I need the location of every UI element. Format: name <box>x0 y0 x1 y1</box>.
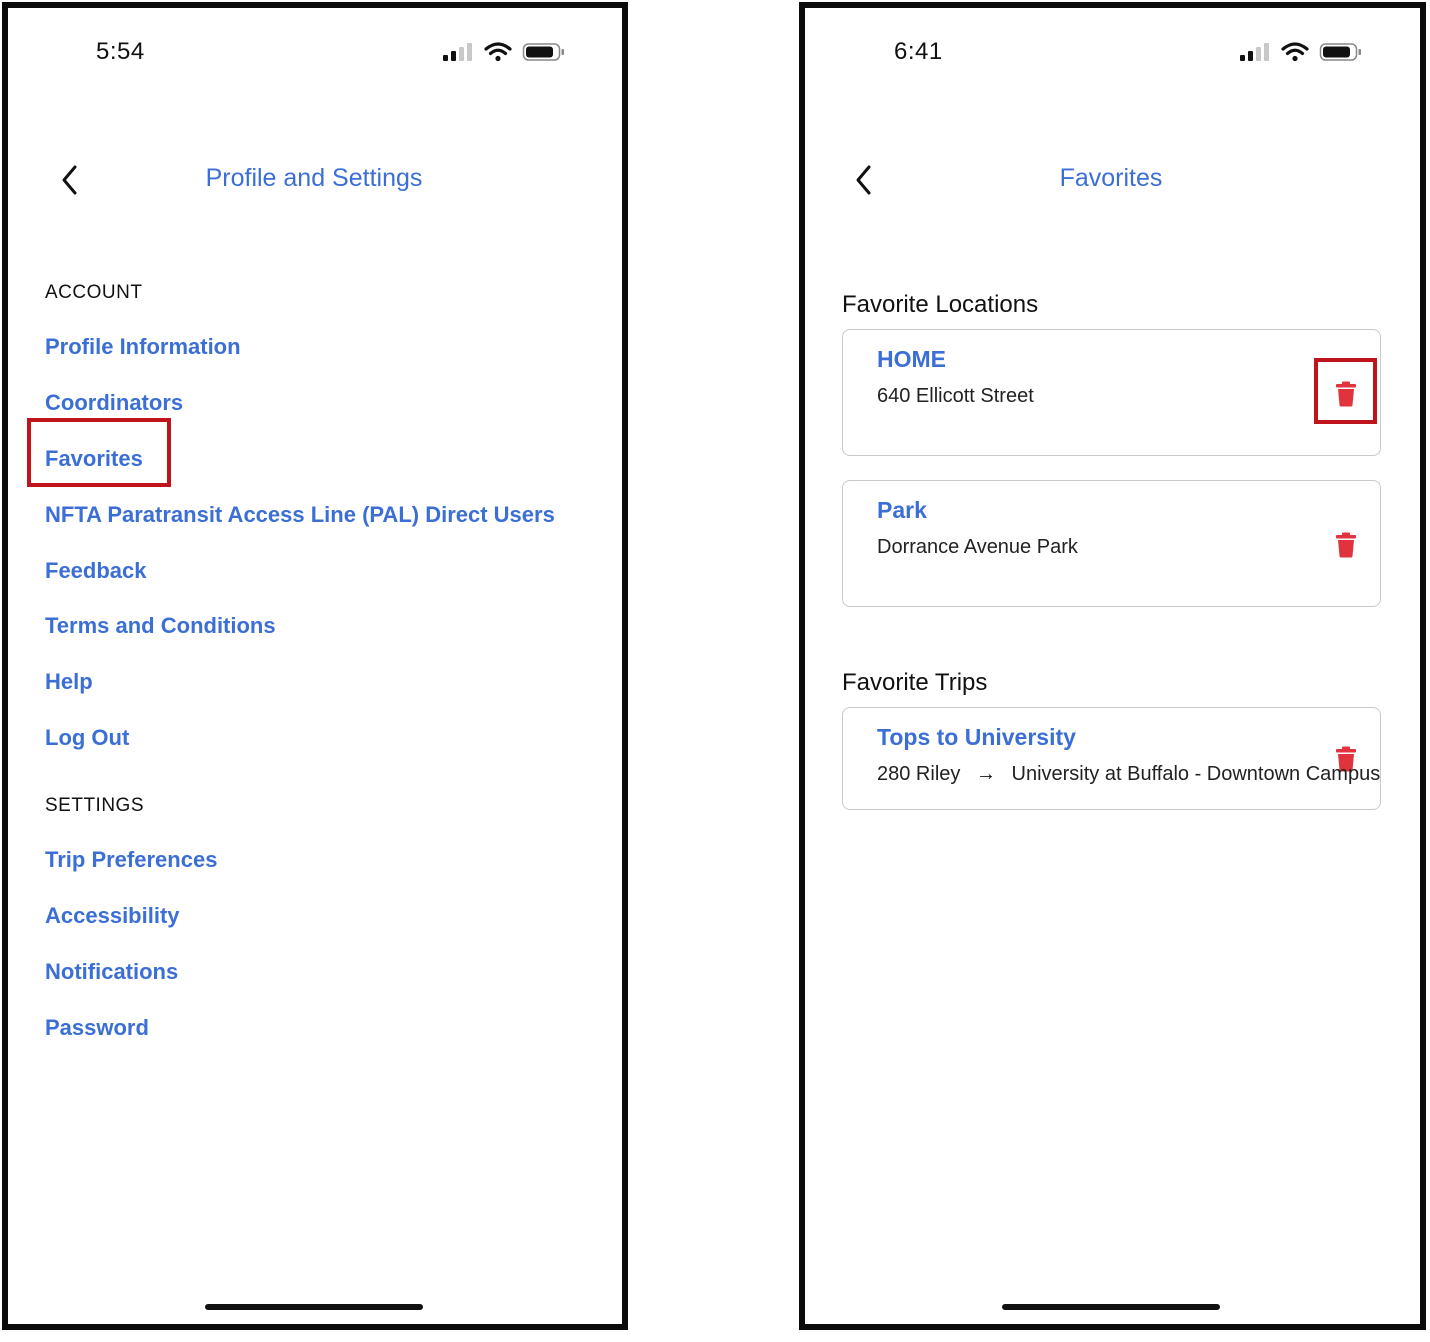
page-title: Profile and Settings <box>205 164 423 192</box>
location-address: 640 Ellicott Street <box>877 385 1034 407</box>
menu-item-profile-information[interactable]: Profile Information <box>45 334 241 360</box>
favorite-trip-card[interactable]: Tops to University 280 Riley → Universit… <box>842 707 1381 810</box>
delete-highlight-box <box>1314 358 1377 424</box>
trip-origin: 280 Riley <box>877 763 961 785</box>
delete-location-button[interactable] <box>1335 532 1357 558</box>
cellular-signal-icon <box>1240 43 1269 61</box>
location-name[interactable]: Park <box>877 497 927 524</box>
menu-item-trip-preferences[interactable]: Trip Preferences <box>45 847 217 873</box>
page-title: Favorites <box>1059 164 1163 192</box>
wifi-icon <box>1281 42 1309 62</box>
favorites-highlight-box <box>27 418 171 487</box>
location-address: Dorrance Avenue Park <box>877 536 1078 558</box>
cellular-signal-icon <box>443 43 472 61</box>
menu-item-feedback[interactable]: Feedback <box>45 558 147 584</box>
favorite-location-card[interactable]: HOME 640 Ellicott Street <box>842 329 1381 456</box>
favorite-location-card[interactable]: Park Dorrance Avenue Park <box>842 480 1381 607</box>
status-icons <box>442 42 566 62</box>
trip-destination: University at Buffalo - Downtown Campus <box>1011 763 1381 785</box>
menu-item-terms-and-conditions[interactable]: Terms and Conditions <box>45 613 276 639</box>
menu-item-accessibility[interactable]: Accessibility <box>45 903 180 929</box>
back-button[interactable] <box>850 162 880 198</box>
trash-icon <box>1336 532 1356 558</box>
menu-item-help[interactable]: Help <box>45 669 93 695</box>
settings-section-label: SETTINGS <box>45 795 145 816</box>
trip-route: 280 Riley → University at Buffalo - Down… <box>877 763 1380 786</box>
chevron-left-icon <box>62 165 77 195</box>
trip-name[interactable]: Tops to University <box>877 724 1076 751</box>
home-indicator <box>205 1304 423 1310</box>
favorite-locations-heading: Favorite Locations <box>842 291 1039 318</box>
wifi-icon <box>484 42 512 62</box>
favorites-screen: 6:41 Favorites Favorite Locations HOME 6… <box>799 2 1426 1330</box>
account-section-label: ACCOUNT <box>45 282 143 303</box>
chevron-left-icon <box>856 165 871 195</box>
profile-settings-screen: 5:54 Profile and Settings ACCOUNT Profil… <box>2 2 628 1330</box>
battery-icon <box>522 43 564 61</box>
menu-item-notifications[interactable]: Notifications <box>45 959 178 985</box>
menu-item-pal-direct-users[interactable]: NFTA Paratransit Access Line (PAL) Direc… <box>45 502 555 528</box>
arrow-right-icon: → <box>975 763 996 785</box>
menu-item-coordinators[interactable]: Coordinators <box>45 390 183 416</box>
menu-item-password[interactable]: Password <box>45 1015 149 1041</box>
status-time: 6:41 <box>894 38 943 65</box>
status-time: 5:54 <box>96 38 145 65</box>
favorite-trips-heading: Favorite Trips <box>842 669 988 696</box>
battery-icon <box>1319 43 1361 61</box>
back-button[interactable] <box>56 162 86 198</box>
status-icons <box>1239 42 1363 62</box>
menu-item-log-out[interactable]: Log Out <box>45 725 129 751</box>
home-indicator <box>1002 1304 1220 1310</box>
location-name[interactable]: HOME <box>877 346 946 373</box>
